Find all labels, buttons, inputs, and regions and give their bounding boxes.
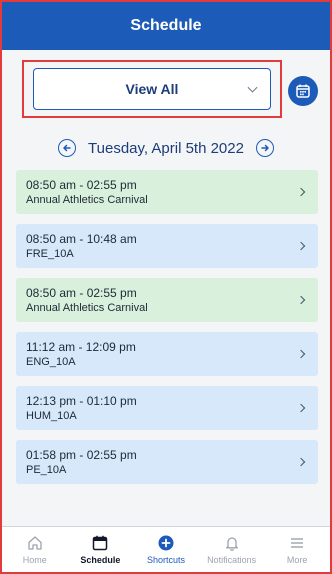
event-card[interactable]: 01:58 pm - 02:55 pm PE_10A	[16, 440, 318, 484]
tab-more-label: More	[286, 555, 308, 565]
event-title: Annual Athletics Carnival	[26, 194, 148, 206]
event-list: 08:50 am - 02:55 pm Annual Athletics Car…	[16, 170, 318, 494]
arrow-right-icon	[261, 144, 269, 152]
chevron-down-icon	[247, 82, 258, 93]
calendar-icon	[296, 84, 310, 98]
bottom-tab-bar: Home Schedule Shortcuts Notifications Mo…	[2, 526, 330, 572]
page-title: Schedule	[130, 17, 202, 34]
event-card[interactable]: 11:12 am - 12:09 pm ENG_10A	[16, 332, 318, 376]
filter-highlight: View All	[22, 60, 282, 118]
event-card[interactable]: 08:50 am - 02:55 pm Annual Athletics Car…	[16, 170, 318, 214]
home-icon	[28, 536, 42, 550]
tab-shortcuts[interactable]: Shortcuts	[133, 527, 199, 572]
event-title: FRE_10A	[26, 248, 74, 260]
tab-more[interactable]: More	[264, 527, 330, 572]
event-card[interactable]: 08:50 am - 10:48 am FRE_10A	[16, 224, 318, 268]
date-navigator: Tuesday, April 5th 2022	[2, 134, 330, 162]
app-header: Schedule	[2, 2, 330, 50]
tab-home-label: Home	[22, 555, 47, 565]
view-filter-value: View All	[125, 81, 179, 97]
event-title: HUM_10A	[26, 410, 77, 422]
event-time: 08:50 am - 10:48 am	[26, 232, 137, 246]
tab-schedule[interactable]: Schedule	[68, 527, 134, 572]
event-time: 01:58 pm - 02:55 pm	[26, 448, 137, 462]
menu-icon	[291, 538, 304, 548]
event-time: 12:13 pm - 01:10 pm	[26, 394, 137, 408]
event-time: 08:50 am - 02:55 pm	[26, 286, 137, 300]
event-card[interactable]: 12:13 pm - 01:10 pm HUM_10A	[16, 386, 318, 430]
tab-home[interactable]: Home	[2, 527, 68, 572]
plus-circle-icon	[158, 535, 174, 551]
current-date: Tuesday, April 5th 2022	[88, 139, 244, 157]
event-time: 11:12 am - 12:09 pm	[26, 340, 136, 354]
calendar-icon	[93, 535, 108, 551]
tab-schedule-label: Schedule	[80, 555, 121, 565]
calendar-button[interactable]	[288, 76, 318, 106]
event-time: 08:50 am - 02:55 pm	[26, 178, 137, 192]
bell-icon	[225, 537, 238, 551]
tab-notifications-label: Notifications	[207, 555, 257, 565]
arrow-left-icon	[63, 144, 71, 152]
next-day-button[interactable]	[255, 139, 274, 157]
event-title: PE_10A	[26, 464, 67, 476]
event-title: Annual Athletics Carnival	[26, 302, 148, 314]
event-card[interactable]: 08:50 am - 02:55 pm Annual Athletics Car…	[16, 278, 318, 322]
view-filter-dropdown[interactable]: View All	[33, 68, 271, 110]
previous-day-button[interactable]	[58, 139, 77, 157]
event-title: ENG_10A	[26, 356, 76, 368]
tab-shortcuts-label: Shortcuts	[146, 555, 185, 565]
app-frame: Schedule View All Tuesday, April 5th 202…	[0, 0, 332, 574]
tab-notifications[interactable]: Notifications	[199, 527, 265, 572]
